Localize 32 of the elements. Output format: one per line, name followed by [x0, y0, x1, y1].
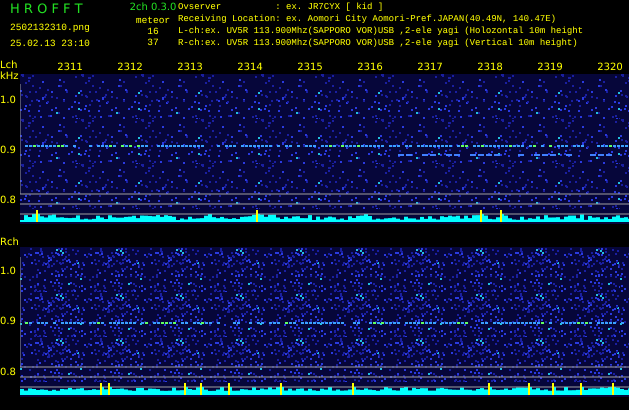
time-tick: 2315: [297, 62, 323, 73]
date-time: 25.02.13 23:10: [10, 37, 91, 51]
unit-label: kHz: [0, 71, 19, 82]
time-tick: 2313: [177, 62, 203, 73]
frequency-tick: 0.9: [0, 316, 16, 327]
info-value: : ex. Aomori City Aomori-Pref.JAPAN(40.49N, 140.47E): [275, 13, 556, 25]
time-tick: 2311: [57, 62, 83, 73]
meteor-count: 37: [147, 37, 159, 48]
time-tick: 2314: [237, 62, 263, 73]
time-tick: 2318: [477, 62, 503, 73]
frequency-tick: 1.0: [0, 95, 16, 106]
frequency-tick: 0.8: [0, 195, 16, 206]
channel-label: Rch: [0, 237, 19, 248]
time-tick: 2319: [537, 62, 563, 73]
info-label: Receiving Location: [178, 13, 276, 25]
version-label: 2ch 0.3.0: [130, 1, 176, 15]
frequency-tick: 0.8: [0, 367, 16, 378]
time-tick: 2316: [357, 62, 383, 73]
info-line: R-ch:ex. UV5R 113.900Mhz(SAPPORO VOR)USB ,2-ele yagi (Vertical 10m height): [178, 37, 578, 49]
time-tick: 2317: [417, 62, 443, 73]
time-tick: 2320: [597, 62, 623, 73]
channel-label: Lch: [0, 60, 18, 71]
info-line: L-ch:ex. UV5R 113.900Mhz(SAPPORO VOR)USB ,2-ele yagi (Holozontal 10m height: [178, 25, 584, 37]
frequency-tick: 0.9: [0, 145, 16, 156]
app-title: H R O F F T: [10, 1, 84, 19]
file-name: 2502132310.png: [10, 21, 91, 35]
time-tick: 2312: [117, 62, 143, 73]
info-value: : ex. JR7CYX [ kid ]: [275, 1, 384, 13]
info-label: Ovserver: [178, 1, 222, 13]
meteor-count: 16: [147, 26, 159, 37]
frequency-tick: 1.0: [0, 266, 16, 277]
counter-label: meteor: [136, 15, 170, 26]
